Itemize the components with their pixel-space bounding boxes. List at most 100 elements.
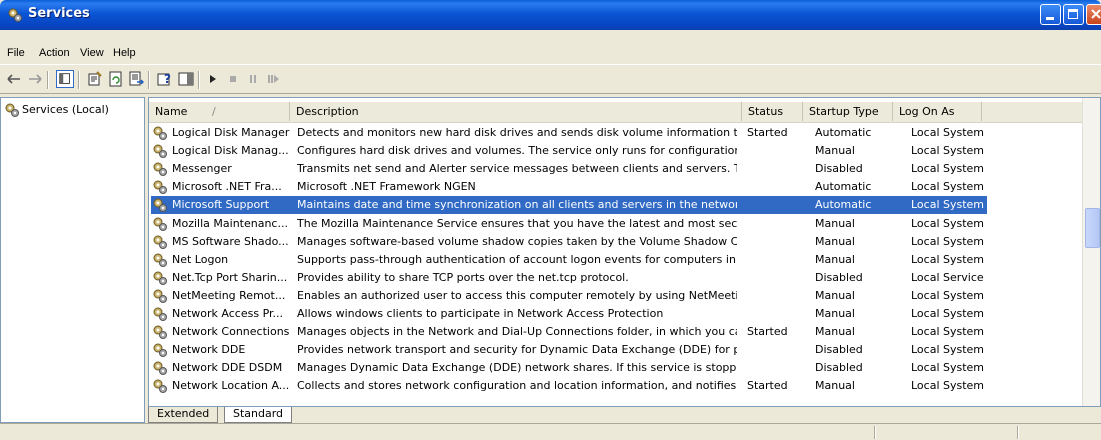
cell-startup-type: Automatic (815, 126, 872, 139)
cell-startup-type: Disabled (815, 270, 863, 284)
back-icon[interactable] (5, 70, 23, 88)
view-tabs: Extended Standard (148, 407, 1101, 423)
cell-log-on-as: Local System (911, 126, 985, 139)
service-gear-icon (153, 361, 167, 376)
table-row[interactable]: Network DDE DSDM Manages Dynamic Data Exc… (149, 359, 1100, 377)
table-row[interactable]: MS Software Shado... Manages software-bas… (149, 233, 1100, 251)
start-service-icon[interactable] (204, 70, 222, 88)
cell-startup-type: Manual (815, 325, 855, 339)
cell-name: Logical Disk Manager (172, 126, 290, 139)
show-hide-action-pane-icon[interactable] (177, 70, 195, 88)
menu-file[interactable]: File (7, 47, 25, 59)
pause-service-icon[interactable] (244, 70, 262, 88)
cell-log-on-as: Local System (911, 379, 985, 393)
table-row[interactable]: Network DDE Provides network transport an… (149, 341, 1100, 359)
column-header-status[interactable]: Status (742, 102, 803, 121)
cell-name: Network Connections (172, 325, 290, 339)
cell-log-on-as: Local System (911, 234, 985, 248)
service-gear-icon (153, 235, 167, 249)
cell-description: Maintains date and time synchronization … (297, 198, 737, 212)
refresh-icon[interactable] (107, 70, 125, 88)
menu-bar: File Action View Help (0, 30, 1101, 64)
cell-startup-type: Disabled (815, 361, 863, 375)
table-row[interactable]: Network Location A... Collects and stores… (149, 377, 1100, 395)
cell-startup-type: Manual (815, 252, 855, 266)
table-row[interactable]: Net Logon Supports pass-through authentic… (149, 251, 1100, 269)
toolbar: ? (0, 64, 1101, 94)
cell-description: Manages software-based volume shadow cop… (297, 234, 737, 248)
cell-log-on-as: Local System (911, 198, 985, 212)
maximize-button[interactable] (1063, 4, 1084, 25)
cell-log-on-as: Local System (911, 325, 985, 339)
cell-log-on-as: Local System (911, 343, 985, 357)
cell-status: Started (747, 379, 788, 393)
cell-description: Transmits net send and Alerter service m… (297, 162, 737, 176)
service-gear-icon (153, 198, 167, 213)
table-row[interactable]: Microsoft Support Maintains date and time… (149, 196, 1100, 215)
cell-name: Messenger (172, 162, 232, 176)
table-row[interactable]: Network Access Pr... Allows windows clien… (149, 305, 1100, 323)
cell-name: Microsoft Support (172, 198, 270, 212)
minimize-icon (1046, 17, 1054, 20)
help-icon[interactable]: ? (156, 70, 174, 88)
cell-name: Network Location A... (172, 379, 290, 393)
console-tree: Services (Local) (0, 97, 145, 423)
list-header: Name / Description Status Startup Type L… (149, 102, 1100, 123)
column-header-description[interactable]: Description (290, 102, 742, 121)
table-row[interactable]: Mozilla Maintenanc... The Mozilla Mainten… (149, 215, 1100, 233)
services-gear-icon (5, 103, 19, 117)
service-gear-icon (153, 162, 167, 177)
table-row[interactable]: Messenger Transmits net send and Alerter … (149, 160, 1100, 178)
forward-icon[interactable] (26, 70, 44, 88)
service-gear-icon (153, 343, 167, 358)
title-bar: Services (0, 0, 1101, 30)
cell-description: Collects and stores network configuratio… (297, 379, 737, 393)
restart-service-icon[interactable] (264, 70, 282, 88)
cell-startup-type: Disabled (815, 343, 863, 357)
table-row[interactable]: Microsoft .NET Fra... Microsoft .NET Fram… (149, 178, 1100, 196)
cell-description: Supports pass-through authentication of … (297, 252, 737, 266)
scrollbar-thumb[interactable] (1085, 208, 1100, 248)
cell-startup-type: Manual (815, 288, 855, 302)
cell-startup-type: Manual (815, 307, 855, 320)
window-title: Services (28, 6, 90, 21)
cell-name: Network DDE DSDM (172, 361, 283, 375)
column-header-name[interactable]: Name / (149, 102, 290, 121)
table-row[interactable]: Net.Tcp Port Sharin... Provides ability t… (149, 269, 1100, 287)
column-header-log-on-as[interactable]: Log On As (893, 102, 982, 121)
tab-standard[interactable]: Standard (224, 407, 293, 423)
cell-description: Enables an authorized user to access thi… (297, 288, 737, 302)
service-gear-icon (153, 289, 167, 303)
cell-description: The Mozilla Maintenance Service ensures … (297, 216, 737, 230)
properties-icon[interactable] (86, 70, 104, 88)
table-row[interactable]: Logical Disk Manag... Configures hard dis… (149, 142, 1100, 160)
menu-view[interactable]: View (80, 47, 104, 59)
cell-log-on-as: Local System (911, 252, 985, 266)
close-icon (1091, 9, 1101, 19)
cell-startup-type: Automatic (815, 198, 872, 212)
status-bar (0, 423, 1101, 440)
stop-service-icon[interactable] (224, 70, 242, 88)
table-row[interactable]: Network Connections Manages objects in th… (149, 323, 1100, 341)
cell-description: Microsoft .NET Framework NGEN (297, 180, 476, 194)
vertical-scrollbar[interactable] (1082, 98, 1100, 406)
cell-startup-type: Manual (815, 234, 855, 248)
cell-status: Started (747, 325, 788, 339)
menu-action[interactable]: Action (39, 47, 70, 59)
cell-description: Manages objects in the Network and Dial-… (297, 325, 737, 339)
show-hide-tree-icon[interactable] (56, 70, 74, 88)
menu-help[interactable]: Help (113, 47, 136, 59)
service-gear-icon (153, 144, 167, 159)
table-row[interactable]: Logical Disk Manager Detects and monitors… (149, 124, 1100, 142)
column-header-startup-type[interactable]: Startup Type (803, 102, 893, 121)
service-gear-icon (153, 271, 167, 285)
cell-name: Net Logon (172, 252, 229, 266)
service-gear-icon (153, 253, 167, 267)
close-button[interactable] (1086, 4, 1101, 25)
minimize-button[interactable] (1040, 4, 1061, 25)
cell-description: Configures hard disk drives and volumes.… (297, 144, 737, 158)
tab-extended[interactable]: Extended (148, 407, 219, 423)
table-row[interactable]: NetMeeting Remot... Enables an authorized… (149, 287, 1100, 305)
cell-startup-type: Disabled (815, 162, 863, 176)
export-list-icon[interactable] (127, 70, 145, 88)
